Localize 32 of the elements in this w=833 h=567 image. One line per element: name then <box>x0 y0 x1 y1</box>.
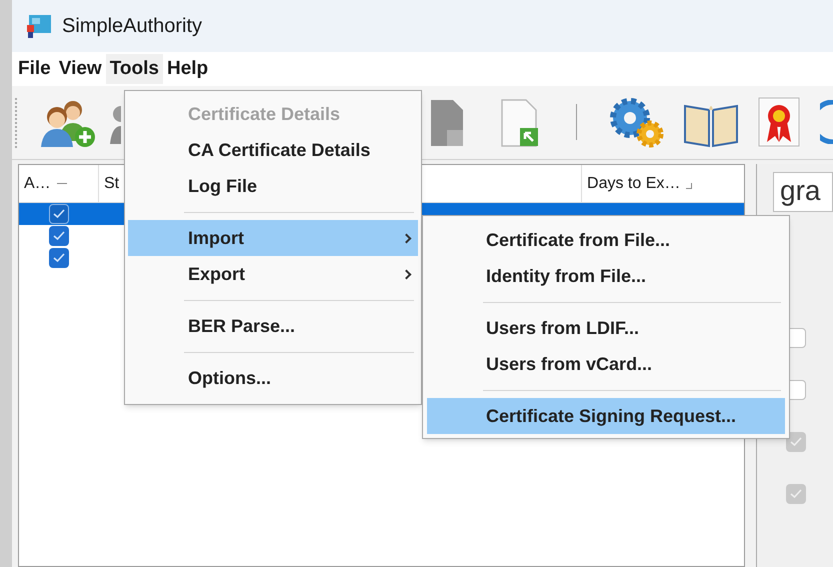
window-title: SimpleAuthority <box>62 14 202 39</box>
column-header[interactable]: St <box>104 172 120 196</box>
menu-item[interactable]: BER Parse... <box>128 308 418 344</box>
check-icon <box>53 209 65 219</box>
menu-bar-item[interactable]: Tools <box>106 54 163 84</box>
checkbox[interactable] <box>49 204 69 224</box>
check-icon <box>790 437 802 447</box>
menu-bar-item[interactable]: View <box>54 54 106 84</box>
menu-item[interactable]: Users from LDIF... <box>427 310 785 346</box>
check-icon <box>53 253 65 263</box>
check-icon <box>53 231 65 241</box>
gears-icon[interactable] <box>608 96 666 150</box>
menu-item[interactable]: Identity from File... <box>427 258 785 294</box>
menu-bar-item[interactable]: Help <box>162 54 212 84</box>
menu-item[interactable]: Certificate from File... <box>427 222 785 258</box>
column-header[interactable]: A… <box>24 172 51 196</box>
text-field[interactable]: gra <box>773 172 833 212</box>
menu-item[interactable]: Users from vCard... <box>427 346 785 382</box>
menu-item[interactable]: Import <box>128 220 418 256</box>
column-header[interactable]: Days to Ex… <box>587 172 680 196</box>
checkbox[interactable] <box>49 226 69 246</box>
app-logo-icon <box>26 13 52 39</box>
sort-icon <box>686 182 692 188</box>
menu-item[interactable]: Log File <box>128 168 418 204</box>
menu-item[interactable]: Export <box>128 256 418 292</box>
certificate-ribbon-icon[interactable] <box>757 96 801 148</box>
checkbox[interactable] <box>49 248 69 268</box>
menu-item[interactable]: CA Certificate Details <box>128 132 418 168</box>
menu-bar-item[interactable]: File <box>14 54 55 84</box>
check-icon <box>790 489 802 499</box>
menu-item[interactable]: Certificate Signing Request... <box>427 398 785 434</box>
menu-item[interactable]: Options... <box>128 360 418 396</box>
